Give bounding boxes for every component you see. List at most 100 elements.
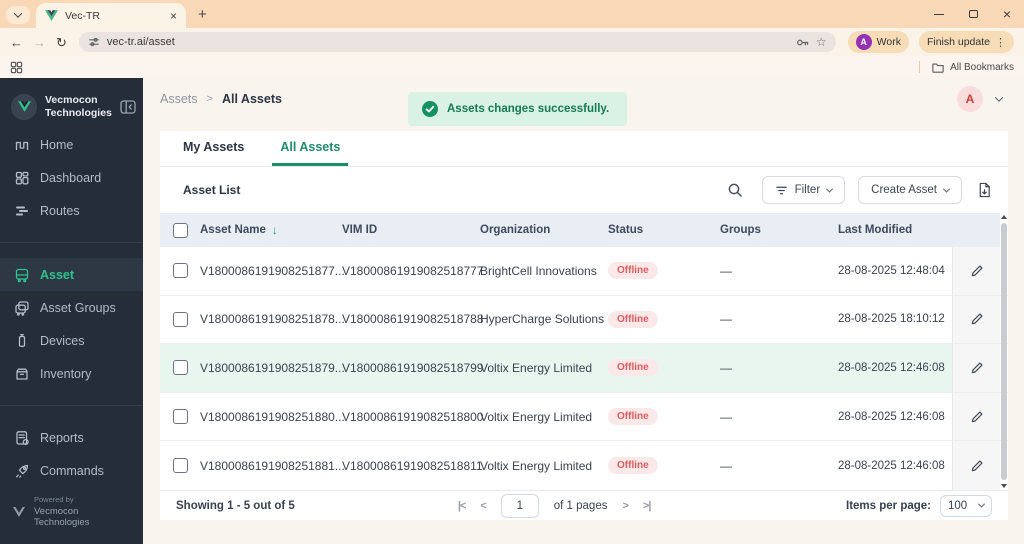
last-page-button[interactable]: >|: [643, 500, 651, 512]
column-asset-name[interactable]: Asset Name ↓: [200, 223, 342, 237]
items-per-page-select[interactable]: 100: [940, 494, 992, 517]
export-file-icon[interactable]: [977, 182, 992, 198]
tab-all-assets[interactable]: All Assets: [272, 131, 349, 166]
tab-my-assets[interactable]: My Assets: [175, 131, 252, 166]
sidebar-item-devices[interactable]: Devices: [0, 324, 143, 357]
last-modified-cell: 28-08-2025 18:10:12: [838, 313, 945, 326]
finish-update-button[interactable]: Finish update ⋮: [918, 31, 1014, 53]
filter-button[interactable]: Filter: [761, 176, 846, 204]
organization-cell: Voltix Energy Limited: [480, 360, 593, 375]
organization-cell: Voltix Energy Limited: [480, 458, 593, 473]
table-row[interactable]: V1800086191908251881... V180008619190825…: [160, 441, 1008, 490]
row-checkbox[interactable]: [172, 263, 188, 279]
sidebar-item-routes[interactable]: Routes: [0, 194, 143, 227]
sidebar-header: Vecmocon Technologies: [0, 78, 143, 135]
back-button[interactable]: ←: [10, 36, 23, 49]
sidebar-item-label: Devices: [40, 333, 85, 348]
sidebar-item-reports[interactable]: Reports: [0, 421, 143, 454]
edit-asset-button[interactable]: [966, 455, 988, 477]
favicon-vue-logo: [45, 10, 58, 21]
select-all-checkbox[interactable]: [172, 222, 188, 238]
table-row[interactable]: V1800086191908251878... V180008619190825…: [160, 295, 1008, 345]
chevron-down-icon: [826, 185, 834, 193]
apps-grid-icon[interactable]: [10, 61, 23, 74]
prev-page-button[interactable]: <: [480, 500, 487, 512]
scroll-down-icon[interactable]: [1000, 484, 1007, 488]
window-close-button[interactable]: ×: [990, 0, 1024, 28]
site-settings-icon[interactable]: [88, 36, 100, 48]
scrollbar-thumb[interactable]: [1000, 223, 1007, 480]
last-modified-cell: 28-08-2025 12:46:08: [838, 361, 945, 374]
asset-icon: [14, 267, 30, 283]
table-header-row: Asset Name ↓ VIM ID Organization Status …: [160, 213, 1008, 247]
row-checkbox[interactable]: [172, 311, 188, 327]
table-row[interactable]: V1800086191908251880... V180008619190825…: [160, 392, 1008, 442]
table-row[interactable]: V1800086191908251879... V180008619190825…: [160, 344, 1008, 393]
sidebar-item-label: Commands: [40, 463, 104, 478]
tab-close-icon[interactable]: ×: [170, 10, 177, 22]
password-key-icon[interactable]: [796, 36, 809, 49]
avatar[interactable]: A: [957, 86, 983, 112]
search-icon[interactable]: [727, 182, 743, 198]
vim-id-cell: V18000861919082518788: [342, 312, 484, 327]
bookmark-star-icon[interactable]: ☆: [816, 36, 827, 48]
last-modified-cell: 28-08-2025 12:48:04: [838, 264, 945, 277]
breadcrumb-assets[interactable]: Assets: [160, 92, 198, 106]
last-modified-cell: 28-08-2025 12:46:08: [838, 459, 945, 472]
scroll-up-icon[interactable]: [1000, 215, 1007, 219]
sidebar-item-asset[interactable]: Asset: [0, 258, 143, 291]
next-page-button[interactable]: >: [622, 500, 629, 512]
sidebar-item-commands[interactable]: Commands: [0, 454, 143, 485]
window-controls: ×: [922, 0, 1024, 28]
all-bookmarks-button[interactable]: All Bookmarks: [919, 61, 1014, 73]
filter-label: Filter: [794, 184, 821, 196]
edit-asset-button[interactable]: [966, 357, 988, 379]
sidebar-item-label: Home: [40, 137, 74, 152]
row-checkbox[interactable]: [172, 458, 188, 474]
reload-button[interactable]: ↻: [56, 36, 67, 49]
forward-button[interactable]: →: [33, 36, 46, 49]
edit-asset-button[interactable]: [966, 308, 988, 330]
new-tab-button[interactable]: +: [198, 7, 207, 22]
list-title: Asset List: [183, 183, 241, 197]
sidebar-item-asset-groups[interactable]: Asset Groups: [0, 291, 143, 324]
sidebar-divider: [0, 242, 143, 243]
browser-tab[interactable]: Vec-TR ×: [36, 3, 186, 28]
column-vim-id: VIM ID: [342, 224, 378, 236]
inventory-icon: [14, 366, 30, 382]
edit-asset-button[interactable]: [966, 406, 988, 428]
sidebar-collapse-button[interactable]: [120, 99, 136, 114]
sidebar-item-dashboard[interactable]: Dashboard: [0, 161, 143, 194]
sort-desc-icon[interactable]: ↓: [272, 223, 278, 237]
last-modified-cell: 28-08-2025 12:46:08: [838, 410, 945, 423]
tab-search-button[interactable]: [6, 6, 30, 24]
table-scrollbar[interactable]: [999, 215, 1008, 488]
user-menu[interactable]: A: [957, 86, 1004, 112]
chevron-down-icon[interactable]: [994, 93, 1004, 102]
sidebar-item-label: Inventory: [40, 366, 92, 381]
edit-asset-button[interactable]: [966, 260, 988, 282]
asset-name-cell: V1800086191908251877...: [200, 263, 345, 278]
page-number-input[interactable]: [500, 493, 539, 518]
address-bar[interactable]: vec-tr.ai/asset ☆: [78, 32, 836, 52]
url-text: vec-tr.ai/asset: [106, 36, 175, 48]
kebab-menu-icon[interactable]: ⋮: [995, 36, 1006, 49]
vim-id-cell: V18000861919082518777: [342, 263, 484, 278]
profile-chip[interactable]: A Work: [847, 31, 909, 53]
vecmocon-footer-logo: [13, 506, 25, 517]
sidebar-item-inventory[interactable]: Inventory: [0, 357, 143, 390]
row-actions-cell: [952, 441, 1000, 490]
column-status: Status: [608, 224, 644, 236]
asset-name-cell: V1800086191908251879...: [200, 360, 345, 375]
row-checkbox[interactable]: [172, 409, 188, 425]
window-maximize-button[interactable]: [956, 0, 990, 28]
status-badge: Offline: [608, 408, 658, 426]
table-row[interactable]: V1800086191908251877... V180008619190825…: [160, 247, 1008, 296]
window-minimize-button[interactable]: [922, 0, 956, 28]
first-page-button[interactable]: |<: [458, 500, 466, 512]
sidebar-item-home[interactable]: Home: [0, 135, 143, 161]
row-checkbox[interactable]: [172, 360, 188, 376]
groups-cell: —: [720, 458, 732, 473]
create-asset-button[interactable]: Create Asset: [858, 176, 962, 204]
sidebar-item-label: Dashboard: [40, 170, 102, 185]
